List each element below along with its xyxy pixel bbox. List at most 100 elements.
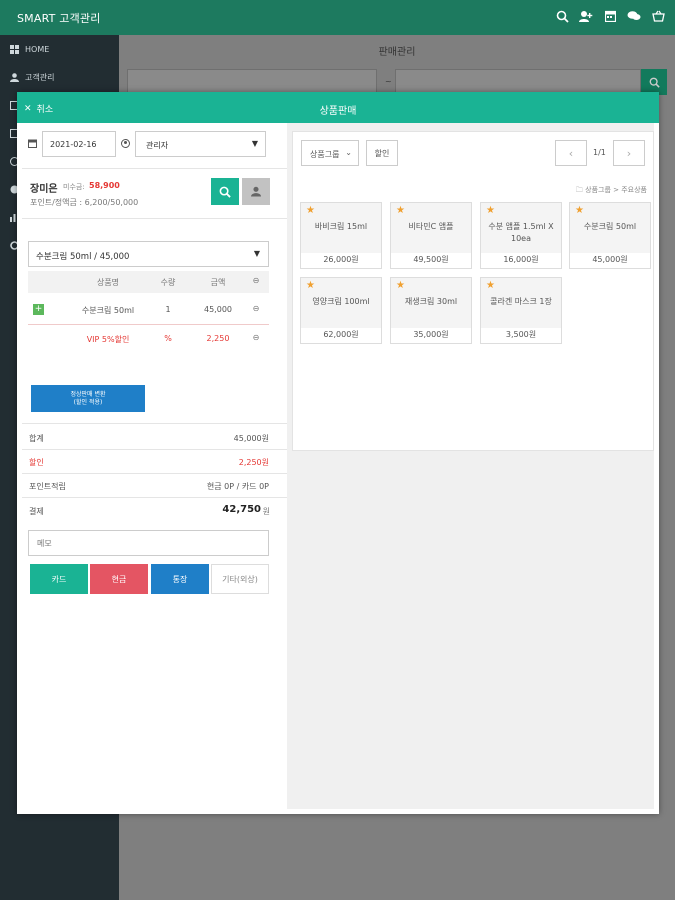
product-price: 16,000원 bbox=[503, 255, 539, 264]
product-panel: 상품그룹 ⌄ 할인 ‹ 1/1 › 🗀 상품그룹 > 주요상품 ★ 바비크림 15… bbox=[292, 131, 654, 451]
star-icon: ★ bbox=[486, 205, 495, 216]
calendar-icon[interactable] bbox=[603, 9, 617, 23]
bank-pay-button[interactable]: 통장 bbox=[151, 564, 209, 594]
chevron-left-icon: ‹ bbox=[568, 146, 574, 160]
product-card[interactable]: ★ 수분 앰플 1.5ml X 10ea 16,000원 bbox=[480, 202, 562, 269]
total-value: 45,000원 bbox=[233, 434, 269, 443]
product-price: 62,000원 bbox=[323, 330, 359, 339]
star-icon: ★ bbox=[306, 280, 315, 291]
search-icon[interactable] bbox=[555, 9, 569, 23]
product-name: 비타민C 앰플 bbox=[408, 222, 454, 231]
product-card[interactable]: ★ 콜라겐 마스크 1장 3,500원 bbox=[480, 277, 562, 344]
summary-discount: 할인 2,250원 bbox=[22, 450, 287, 474]
product-group-value: 상품그룹 bbox=[310, 150, 340, 159]
star-icon: ★ bbox=[396, 280, 405, 291]
product-price: 35,000원 bbox=[413, 330, 449, 339]
discount-qty: % bbox=[164, 334, 172, 343]
calendar-icon bbox=[28, 139, 37, 150]
basket-icon[interactable] bbox=[651, 9, 665, 23]
product-card[interactable]: ★ 바비크림 15ml 26,000원 bbox=[300, 202, 382, 269]
chevron-down-icon: ⌄ bbox=[345, 148, 352, 157]
unpaid-value: 58,900 bbox=[89, 181, 120, 190]
product-card[interactable]: ★ 재생크림 30ml 35,000원 bbox=[390, 277, 472, 344]
summary-payment: 결제 42,750 원 bbox=[22, 498, 287, 523]
discount-label: 할인 bbox=[29, 458, 44, 467]
pay-value: 42,750 bbox=[222, 504, 261, 515]
pay-unit: 원 bbox=[262, 507, 270, 516]
product-name: 수분크림 50ml bbox=[583, 222, 637, 231]
chat-icon[interactable] bbox=[627, 9, 641, 23]
table-row: VIP 5%할인 % 2,250 ⊖ bbox=[28, 325, 269, 353]
remove-item-button[interactable]: ⊖ bbox=[250, 304, 262, 313]
search-icon bbox=[219, 186, 231, 198]
user-icon bbox=[251, 186, 261, 197]
product-card[interactable]: ★ 비타민C 앰플 49,500원 bbox=[390, 202, 472, 269]
staff-select[interactable]: 관리자 ▼ bbox=[135, 131, 266, 157]
prev-page-button[interactable]: ‹ bbox=[555, 140, 587, 166]
top-bar: SMART 고객관리 bbox=[0, 0, 675, 35]
sidebar-item-label: HOME bbox=[25, 44, 50, 54]
user-circle-icon bbox=[121, 139, 130, 150]
product-price: 26,000원 bbox=[323, 255, 359, 264]
cash-pay-button[interactable]: 현금 bbox=[90, 564, 148, 594]
product-name: 수분 앰플 1.5ml X 10ea bbox=[488, 222, 554, 243]
summary-total: 합계 45,000원 bbox=[22, 426, 287, 450]
date-field[interactable]: 2021-02-16 bbox=[42, 131, 116, 157]
discount-value: 2,250원 bbox=[238, 458, 269, 467]
points-label: 포인트적립 bbox=[29, 482, 66, 491]
discount-amount: 2,250 bbox=[206, 334, 230, 343]
breadcrumb-text: 상품그룹 > 주요상품 bbox=[585, 186, 647, 194]
item-name: 수분크림 50ml bbox=[81, 306, 135, 315]
col-qty: 수량 bbox=[160, 278, 176, 287]
sidebar-item-customers[interactable]: 고객관리 bbox=[0, 63, 119, 91]
breadcrumb: 🗀 상품그룹 > 주요상품 bbox=[576, 185, 647, 197]
page-title: 판매관리 bbox=[378, 47, 416, 58]
order-panel: 2021-02-16 관리자 ▼ 장미은 미수금: 58,900 포인트/정액금… bbox=[22, 123, 287, 809]
product-card[interactable]: ★ 수분크림 50ml 45,000원 bbox=[569, 202, 651, 269]
product-select[interactable]: 수분크림 50ml / 45,000 ▼ bbox=[28, 241, 269, 267]
discount-button[interactable]: 할인 bbox=[366, 140, 398, 166]
chevron-down-icon: ▼ bbox=[253, 249, 260, 258]
summary-points: 포인트적립 현금 0P / 카드 0P bbox=[22, 474, 287, 498]
star-icon: ★ bbox=[575, 205, 584, 216]
product-price: 45,000원 bbox=[592, 255, 628, 264]
product-name: 재생크림 30ml bbox=[404, 297, 458, 306]
modal-title: 상품판매 bbox=[319, 106, 357, 117]
modal-header: ✕ 취소 상품판매 bbox=[17, 92, 659, 123]
add-user-icon[interactable] bbox=[579, 9, 593, 23]
remove-discount-button[interactable]: ⊖ bbox=[250, 333, 262, 342]
product-price: 3,500원 bbox=[505, 330, 537, 339]
memo-input[interactable] bbox=[28, 530, 269, 556]
points-value: 현금 0P / 카드 0P bbox=[206, 482, 269, 491]
table-row: + 수분크림 50ml 1 45,000 ⊖ bbox=[28, 293, 269, 325]
star-icon: ★ bbox=[486, 280, 495, 291]
pay-label: 결제 bbox=[29, 507, 44, 516]
apply-sale-button[interactable]: 정상판매 변환 (할인 적용) bbox=[31, 385, 145, 412]
sidebar-item-label: 고객관리 bbox=[25, 72, 55, 82]
other-pay-button[interactable]: 기타(외상) bbox=[211, 564, 269, 594]
customer-name[interactable]: 장미은 bbox=[30, 180, 58, 195]
sidebar-item-home[interactable]: HOME bbox=[0, 35, 119, 63]
app-brand: SMART 고객관리 bbox=[17, 12, 101, 25]
product-group-select[interactable]: 상품그룹 ⌄ bbox=[301, 140, 359, 166]
card-pay-button[interactable]: 카드 bbox=[30, 564, 88, 594]
customer-profile-button[interactable] bbox=[242, 178, 270, 205]
sale-modal: ✕ 취소 상품판매 2021-02-16 관리자 ▼ 장미은 미수금: 58,9… bbox=[17, 92, 659, 814]
item-qty[interactable]: 1 bbox=[153, 305, 183, 314]
modal-body: 2021-02-16 관리자 ▼ 장미은 미수금: 58,900 포인트/정액금… bbox=[22, 123, 654, 809]
folder-icon: 🗀 bbox=[575, 186, 586, 194]
date-separator: ~ bbox=[385, 77, 392, 86]
chevron-down-icon: ▼ bbox=[251, 139, 258, 148]
product-select-value: 수분크림 50ml / 45,000 bbox=[36, 252, 130, 262]
col-name: 상품명 bbox=[96, 278, 120, 287]
col-amount: 금액 bbox=[210, 278, 226, 287]
product-name: 콜라겐 마스크 1장 bbox=[490, 297, 552, 306]
pager: 1/1 bbox=[593, 148, 606, 157]
table-header: 상품명 수량 금액 ⊖ bbox=[28, 271, 269, 293]
next-page-button[interactable]: › bbox=[613, 140, 645, 166]
star-icon: ★ bbox=[306, 205, 315, 216]
customer-search-button[interactable] bbox=[211, 178, 239, 205]
product-card[interactable]: ★ 영양크림 100ml 62,000원 bbox=[300, 277, 382, 344]
minus-circle-icon: ⊖ bbox=[252, 276, 260, 285]
add-item-button[interactable]: + bbox=[33, 304, 44, 315]
